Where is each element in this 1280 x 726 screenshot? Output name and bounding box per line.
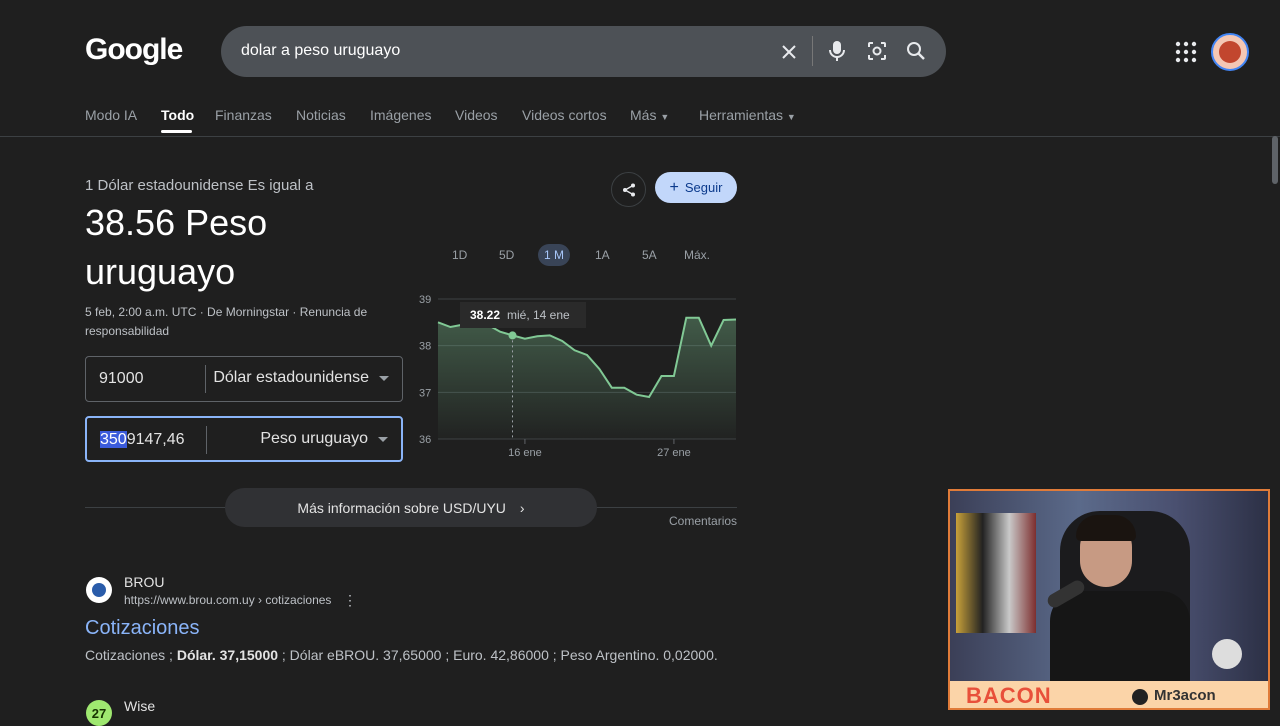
tab-todo[interactable]: Todo <box>161 107 194 123</box>
from-amount-input[interactable]: 91000 <box>99 370 144 388</box>
webcam-overlay: BACON Mr3acon <box>948 489 1270 710</box>
from-currency-select[interactable]: Dólar estadounidense <box>213 369 369 387</box>
ball <box>1212 639 1242 669</box>
wise-favicon: 27 <box>86 700 112 726</box>
hover-point <box>508 331 517 340</box>
selected-text: 350 <box>100 431 127 448</box>
range-1m[interactable]: 1 M <box>538 244 571 266</box>
search-icon[interactable] <box>905 40 927 62</box>
share-button[interactable] <box>611 172 646 207</box>
from-currency-box: 91000 Dólar estadounidense <box>85 356 403 402</box>
range-5a[interactable]: 5A <box>636 244 663 266</box>
tab-noticias[interactable]: Noticias <box>296 107 346 123</box>
caret-down-icon: ▼ <box>660 112 670 122</box>
to-currency-select[interactable]: Peso uruguayo <box>260 430 368 448</box>
lens-icon[interactable] <box>866 40 888 62</box>
clothes-rack <box>956 513 1036 633</box>
result-url[interactable]: https://www.brou.com.uy › cotizaciones <box>124 593 331 607</box>
tab-mas-label: Más <box>630 107 657 123</box>
range-1a[interactable]: 1A <box>589 244 616 266</box>
channel-icon <box>1132 689 1148 705</box>
google-logo[interactable]: Google <box>85 33 183 67</box>
comments-link[interactable]: Comentarios <box>669 514 737 528</box>
result-snippet: Cotizaciones ; Dólar. 37,15000 ; Dólar e… <box>85 647 718 663</box>
box-separator <box>205 365 206 393</box>
result-site-name[interactable]: Wise <box>124 698 155 714</box>
account-avatar[interactable] <box>1211 33 1249 71</box>
snippet-bold: Dólar. 37,15000 <box>176 647 279 663</box>
to-currency-box: 3509147,46 Peso uruguayo <box>85 416 403 462</box>
microphone-icon[interactable] <box>826 40 848 62</box>
plus-icon: + <box>669 178 679 196</box>
tab-mas[interactable]: Más ▼ <box>630 107 669 123</box>
more-options-icon[interactable]: ⋮ <box>343 592 357 609</box>
dropdown-arrow-icon[interactable] <box>378 437 388 442</box>
result-line-2: uruguayo <box>85 251 236 292</box>
chart-area <box>438 317 736 439</box>
y-tick-label: 36 <box>419 434 431 446</box>
snippet-c: ; Dólar eBROU. 37,65000 ; Euro. 42,86000… <box>278 647 718 663</box>
streamer-body <box>1050 591 1190 691</box>
result-line-1: 38.56 Peso <box>85 202 268 243</box>
streamer-handle: Mr3acon <box>1154 687 1216 704</box>
x-tick-label: 16 ene <box>508 447 542 459</box>
tooltip-value: 38.22 <box>470 308 500 322</box>
result-title[interactable]: Cotizaciones <box>85 617 200 640</box>
exchange-rate-chart[interactable]: 39 38 37 36 38.22 mié, 14 ene 16 ene 27 ene <box>412 290 742 460</box>
header-divider <box>0 136 1280 137</box>
to-amount-input[interactable]: 3509147,46 <box>100 431 185 449</box>
converter-subtitle: 1 Dólar estadounidense Es igual a <box>85 177 314 194</box>
search-box[interactable]: dolar a peso uruguayo <box>221 26 946 77</box>
apps-grid-icon[interactable] <box>1174 40 1198 64</box>
share-icon <box>622 183 635 196</box>
more-info-button[interactable]: Más información sobre USD/UYU › <box>225 488 597 527</box>
range-1d[interactable]: 1D <box>446 244 473 266</box>
snippet-a: Cotizaciones ; <box>85 647 177 663</box>
caret-down-icon: ▼ <box>786 112 796 122</box>
active-tab-indicator <box>161 130 192 133</box>
dropdown-arrow-icon[interactable] <box>379 376 389 381</box>
tab-imagenes[interactable]: Imágenes <box>370 107 431 123</box>
range-5d[interactable]: 5D <box>493 244 520 266</box>
scrollbar-thumb[interactable] <box>1272 136 1278 184</box>
search-input[interactable]: dolar a peso uruguayo <box>241 42 400 60</box>
tab-modo-ia[interactable]: Modo IA <box>85 107 137 123</box>
tab-herramientas-label: Herramientas <box>699 107 784 123</box>
streamer-brand: BACON <box>966 683 1052 708</box>
unselected-text: 9147,46 <box>126 431 185 448</box>
y-tick-label: 39 <box>419 294 431 306</box>
tab-finanzas[interactable]: Finanzas <box>215 107 272 123</box>
box-separator <box>206 426 207 454</box>
follow-button[interactable]: + Seguir <box>655 172 737 203</box>
conversion-result: 38.56 Peso uruguayo <box>85 198 395 296</box>
search-divider <box>812 36 813 66</box>
tab-videos-cortos[interactable]: Videos cortos <box>522 107 607 123</box>
streamer-hair <box>1076 515 1136 541</box>
tab-videos[interactable]: Videos <box>455 107 498 123</box>
range-max[interactable]: Máx. <box>678 244 716 266</box>
chevron-right-icon: › <box>519 499 525 516</box>
tab-herramientas[interactable]: Herramientas ▼ <box>699 107 796 123</box>
x-tick-label: 27 ene <box>657 447 691 459</box>
y-tick-label: 37 <box>419 387 431 399</box>
clear-icon[interactable] <box>778 41 800 63</box>
follow-label: Seguir <box>684 180 723 195</box>
rate-meta[interactable]: 5 feb, 2:00 a.m. UTC · De Morningstar · … <box>85 303 405 341</box>
brou-favicon <box>86 577 112 603</box>
tooltip-date: mié, 14 ene <box>507 308 570 322</box>
y-tick-label: 38 <box>419 341 431 353</box>
result-site-name[interactable]: BROU <box>124 574 164 590</box>
more-info-label: Más información sobre USD/UYU <box>297 499 506 516</box>
